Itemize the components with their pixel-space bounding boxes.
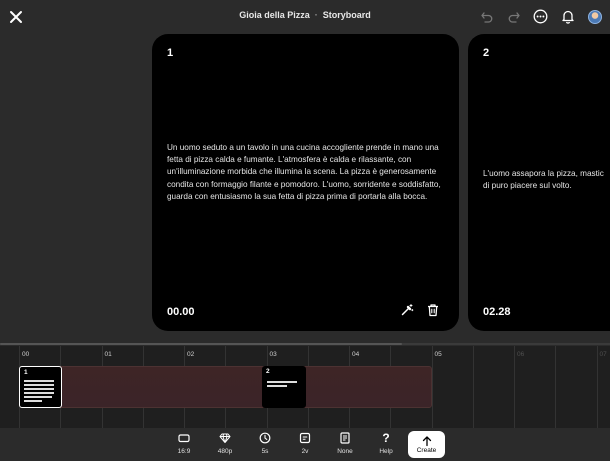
ruler-tick [596,346,598,428]
ruler-label: 02 [187,351,195,358]
resolution-button[interactable]: 480p [210,432,240,460]
create-button[interactable]: Create [408,431,445,458]
clip-text-line [24,380,54,382]
clip-number: 2 [266,368,270,375]
versions-button[interactable]: 2v [290,432,320,460]
ruler-label: 01 [104,351,112,358]
scene-time: 00.00 [167,306,195,318]
top-actions [477,7,604,26]
ruler-tick [555,346,557,428]
more-icon[interactable] [531,7,550,26]
clip-text-line [24,396,52,398]
clock-icon [259,432,271,444]
magic-wand-icon[interactable] [400,303,414,317]
redo-icon[interactable] [504,7,523,26]
ruler-tick [472,346,474,428]
scene-card-1[interactable]: 1 Un uomo seduto a un tavolo in una cuci… [152,34,459,331]
top-bar: Gioia della Pizza · Storyboard [0,0,610,34]
help-button[interactable]: ? Help [371,431,401,460]
scrollbar-thumb[interactable] [0,343,402,345]
scene-description: L'uomo assapora la pizza, mastic di puro… [483,169,604,191]
title-separator: · [314,10,318,20]
help-label: Help [379,448,393,455]
avatar-button[interactable] [585,7,604,26]
ruler-label: 07 [599,351,607,358]
scene-number: 2 [483,47,490,59]
document-icon [339,432,351,444]
timeline-track[interactable] [19,366,432,408]
clip-text-line [24,384,54,386]
style-label: None [337,448,353,455]
clip-text-line [24,400,42,402]
clip-text-line [267,381,297,383]
trash-icon[interactable] [426,303,440,317]
aspect-ratio-icon [178,432,190,444]
clip-number: 1 [24,369,28,376]
ruler-label: 03 [269,351,277,358]
bell-icon[interactable] [558,7,577,26]
clip-text-line [24,392,54,394]
view-title: Storyboard [322,10,371,20]
duration-button[interactable]: 5s [250,432,280,460]
ruler-label: 04 [352,351,360,358]
create-label: Create [416,447,437,454]
timeline[interactable]: 00 01 02 03 04 05 06 07 1 2 [0,346,610,428]
scene-number: 1 [167,47,174,59]
clip-text-line [267,385,287,387]
style-button[interactable]: None [330,432,360,460]
timeline-clip-2[interactable]: 2 [262,366,306,408]
versions-label: 2v [301,448,309,455]
question-icon: ? [382,431,390,445]
clip-text-line [24,388,54,390]
bottom-toolbar: 16:9 480p 5s 2v None ? Help Create [0,428,610,461]
resolution-label: 480p [217,448,233,455]
scene-card-2[interactable]: 2 L'uomo assapora la pizza, mastic di pu… [468,34,610,331]
undo-icon[interactable] [477,7,496,26]
aspect-ratio-button[interactable]: 16:9 [169,432,199,460]
arrow-up-icon [421,434,433,447]
versions-icon [299,432,311,444]
ruler-label: 00 [22,351,30,358]
ruler-tick [514,346,515,428]
avatar[interactable] [587,9,602,24]
storyboard-scrollbar[interactable] [0,343,610,345]
project-title: Gioia della Pizza [239,10,310,20]
diamond-icon [219,432,231,444]
ruler-label: 06 [517,351,525,358]
scene-actions [400,303,440,317]
timeline-clip-1[interactable]: 1 [19,366,62,408]
duration-label: 5s [261,448,269,455]
scene-time: 02.28 [483,306,511,318]
scene-description: Un uomo seduto a un tavolo in una cucina… [167,143,441,201]
aspect-ratio-label: 16:9 [177,448,191,455]
ruler-label: 05 [434,351,442,358]
